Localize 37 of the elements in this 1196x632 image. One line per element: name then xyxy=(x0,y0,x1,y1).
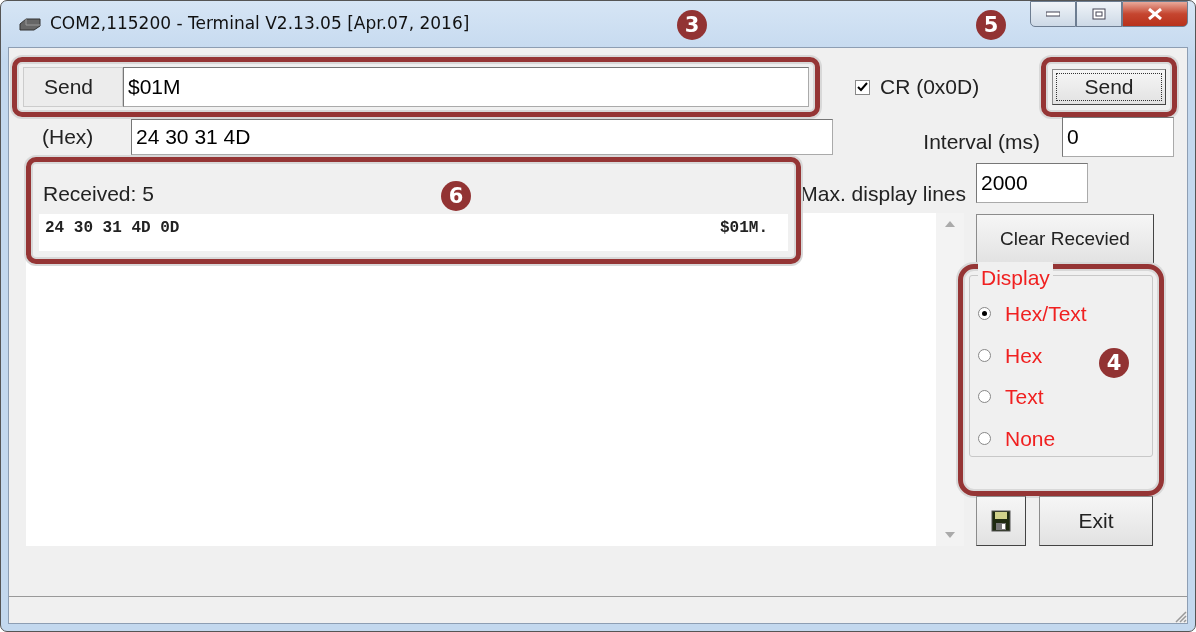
scroll-up-icon[interactable] xyxy=(945,221,955,227)
radio-label: Hex/Text xyxy=(1005,301,1087,327)
close-button[interactable] xyxy=(1122,1,1188,27)
field-label: Interval (ms) xyxy=(923,129,1040,156)
text-data: $01M. xyxy=(720,217,768,239)
radio-label: Text xyxy=(1005,384,1044,410)
app-icon xyxy=(18,16,42,32)
callout-number: 5 xyxy=(976,10,1006,40)
minimize-button[interactable] xyxy=(1030,1,1076,27)
field-label: Send xyxy=(23,67,123,107)
hex-data: 24 30 31 4D 0D xyxy=(45,217,180,239)
minimize-icon xyxy=(1046,11,1060,17)
radio-button[interactable] xyxy=(978,431,991,445)
maximize-icon xyxy=(1092,8,1106,20)
maximize-button[interactable] xyxy=(1076,1,1122,27)
received-count: Received: 5 xyxy=(42,181,154,207)
save-button[interactable] xyxy=(976,496,1026,546)
checkbox-label: CR (0x0D) xyxy=(880,74,980,101)
resize-grip-icon[interactable] xyxy=(1173,609,1187,623)
field-label: (Hex) xyxy=(42,124,95,151)
clear-button[interactable]: Clear Recevied xyxy=(976,214,1154,264)
radio-button[interactable] xyxy=(978,307,991,321)
callout-number: 3 xyxy=(677,10,707,40)
send-button[interactable]: Send xyxy=(1052,69,1166,105)
radio-button[interactable] xyxy=(978,390,991,404)
max-lines-field[interactable]: 2000 xyxy=(976,163,1088,203)
radio-button[interactable] xyxy=(978,348,991,362)
interval-field[interactable]: 0 xyxy=(1062,117,1174,157)
scroll-down-icon[interactable] xyxy=(945,532,955,538)
close-icon xyxy=(1148,8,1162,20)
radio-label: Hex xyxy=(1005,342,1043,369)
hex-field[interactable]: 24 30 31 4D xyxy=(131,119,833,155)
exit-button[interactable]: Exit xyxy=(1039,496,1153,546)
checkbox[interactable] xyxy=(855,79,870,95)
radio-label: None xyxy=(1005,425,1056,452)
window-title: COM2,115200 - Terminal V2.13.05 [Apr.07, 2016] xyxy=(50,12,470,36)
send-field[interactable]: $01M xyxy=(123,67,809,107)
